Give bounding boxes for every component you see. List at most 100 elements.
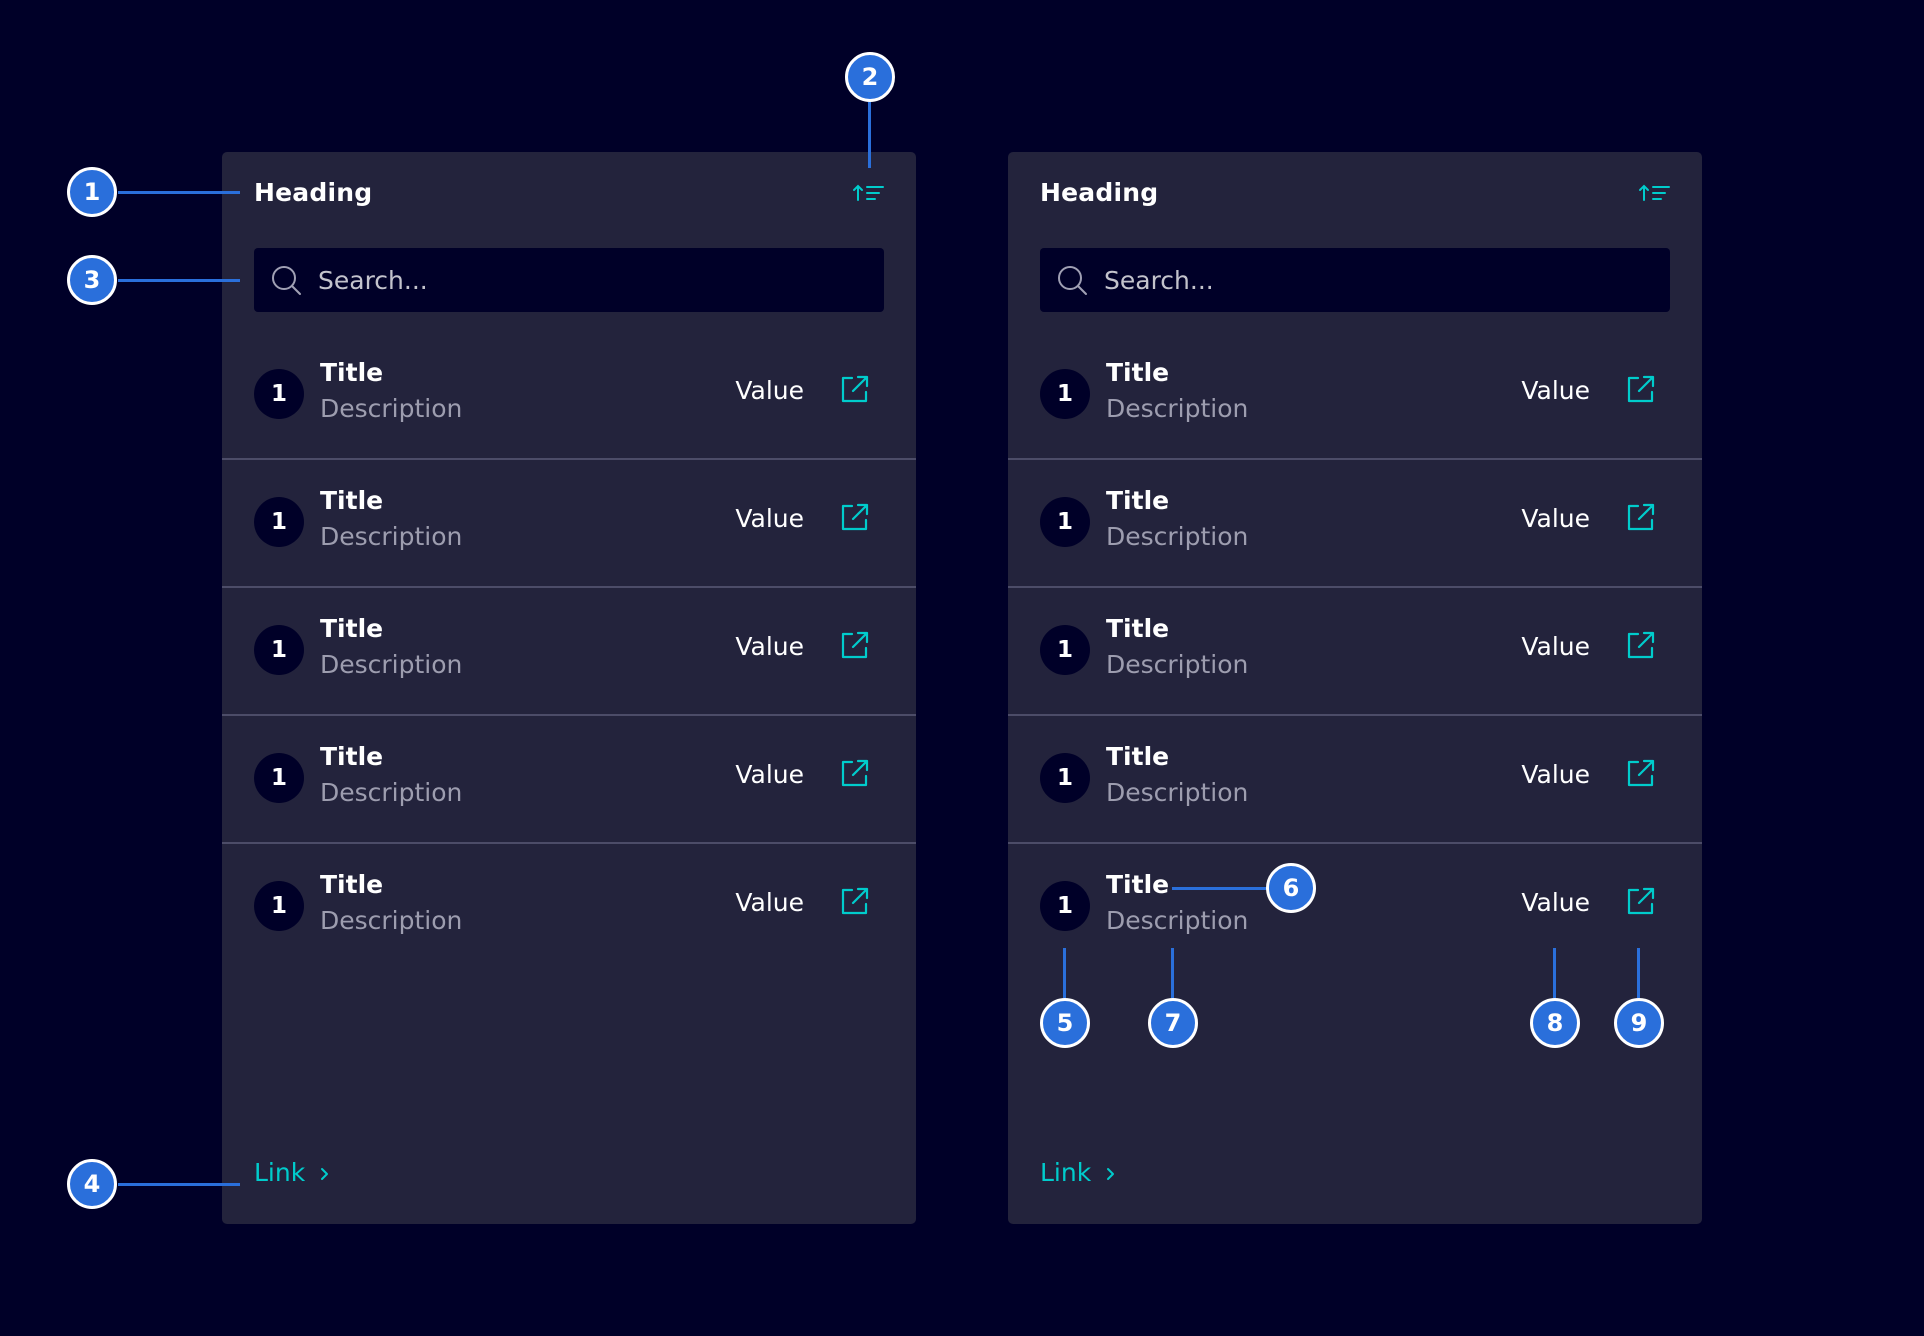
callout-line-title [1172,887,1266,890]
callout-marker-value: 8 [1530,998,1580,1048]
item-title: Title [1106,358,1170,387]
item-description: Description [1106,394,1249,423]
item-description: Description [1106,906,1249,935]
callout-line-description [1171,948,1174,998]
item-badge: 1 [254,625,304,675]
callout-line-search [118,279,240,282]
item-title: Title [320,870,384,899]
widget-heading: Heading [254,178,373,207]
external-link-icon[interactable] [838,628,872,662]
item-badge: 1 [254,497,304,547]
search-input[interactable] [1104,248,1654,312]
callout-marker-action: 9 [1614,998,1664,1048]
search-input[interactable] [318,248,868,312]
item-title: Title [320,614,384,643]
item-value: Value [1521,888,1590,917]
item-badge: 1 [254,881,304,931]
sort-ascending-icon [1639,184,1670,201]
footer-link[interactable]: Link [1040,1158,1117,1187]
list-item[interactable]: 1 Title Description Value [222,588,916,716]
external-link-icon[interactable] [838,500,872,534]
list-item[interactable]: 1 Title Description Value [1008,460,1702,588]
list-widget-right: Heading 1 Title Description Value 1 Titl… [1008,152,1702,1224]
footer-link-label: Link [254,1158,306,1187]
list-item[interactable]: 1 Title Description Value [1008,588,1702,716]
list-item[interactable]: 1 Title Description Value [222,844,916,972]
chevron-right-icon [321,1168,329,1180]
search-icon [272,266,301,295]
external-link-icon[interactable] [838,884,872,918]
callout-marker-link: 4 [67,1159,117,1209]
list-item[interactable]: 1 Title Description Value [1008,332,1702,460]
external-link-icon[interactable] [1624,628,1658,662]
item-description: Description [320,778,463,807]
external-link-icon[interactable] [1624,372,1658,406]
callout-marker-sort: 2 [845,52,895,102]
item-title: Title [1106,870,1170,899]
item-value: Value [735,632,804,661]
sort-button[interactable] [852,178,886,208]
item-badge: 1 [1040,497,1090,547]
item-title: Title [1106,614,1170,643]
item-title: Title [320,358,384,387]
callout-line-badge [1063,948,1066,998]
external-link-icon[interactable] [1624,500,1658,534]
callout-line-sort [868,102,871,168]
widget-heading: Heading [1040,178,1159,207]
item-value: Value [1521,504,1590,533]
item-value: Value [735,376,804,405]
item-badge: 1 [1040,369,1090,419]
external-link-icon[interactable] [1624,884,1658,918]
item-badge: 1 [254,753,304,803]
item-badge: 1 [1040,881,1090,931]
callout-marker-search: 3 [67,255,117,305]
item-description: Description [1106,522,1249,551]
list-widget-left: Heading 1 Title Description Value 1 Titl… [222,152,916,1224]
search-field[interactable] [254,248,884,312]
callout-line-action [1637,948,1640,998]
item-description: Description [320,650,463,679]
list-item[interactable]: 1 Title Description Value [222,332,916,460]
item-description: Description [320,906,463,935]
item-value: Value [1521,760,1590,789]
chevron-right-icon [1107,1168,1115,1180]
item-list: 1 Title Description Value 1 Title Descri… [1008,332,1702,972]
item-title: Title [320,486,384,515]
item-value: Value [1521,632,1590,661]
callout-line-value [1553,948,1556,998]
list-item[interactable]: 1 Title Description Value [1008,716,1702,844]
search-icon [1058,266,1087,295]
list-item[interactable]: 1 Title Description Value [222,460,916,588]
callout-marker-description: 7 [1148,998,1198,1048]
callout-line-heading [118,191,240,194]
item-title: Title [1106,486,1170,515]
item-badge: 1 [1040,625,1090,675]
item-description: Description [1106,778,1249,807]
item-value: Value [735,760,804,789]
footer-link[interactable]: Link [254,1158,331,1187]
callout-marker-heading: 1 [67,167,117,217]
item-value: Value [735,888,804,917]
item-value: Value [735,504,804,533]
external-link-icon[interactable] [838,756,872,790]
item-value: Value [1521,376,1590,405]
item-title: Title [320,742,384,771]
sort-ascending-icon [853,184,884,201]
item-description: Description [320,522,463,551]
external-link-icon[interactable] [1624,756,1658,790]
item-title: Title [1106,742,1170,771]
item-description: Description [320,394,463,423]
item-badge: 1 [254,369,304,419]
callout-marker-badge: 5 [1040,998,1090,1048]
list-item[interactable]: 1 Title Description Value [1008,844,1702,972]
callout-line-link [118,1183,240,1186]
item-list: 1 Title Description Value 1 Title Descri… [222,332,916,972]
footer-link-label: Link [1040,1158,1092,1187]
item-description: Description [1106,650,1249,679]
item-badge: 1 [1040,753,1090,803]
list-item[interactable]: 1 Title Description Value [222,716,916,844]
external-link-icon[interactable] [838,372,872,406]
search-field[interactable] [1040,248,1670,312]
callout-marker-title: 6 [1266,863,1316,913]
sort-button[interactable] [1638,178,1672,208]
